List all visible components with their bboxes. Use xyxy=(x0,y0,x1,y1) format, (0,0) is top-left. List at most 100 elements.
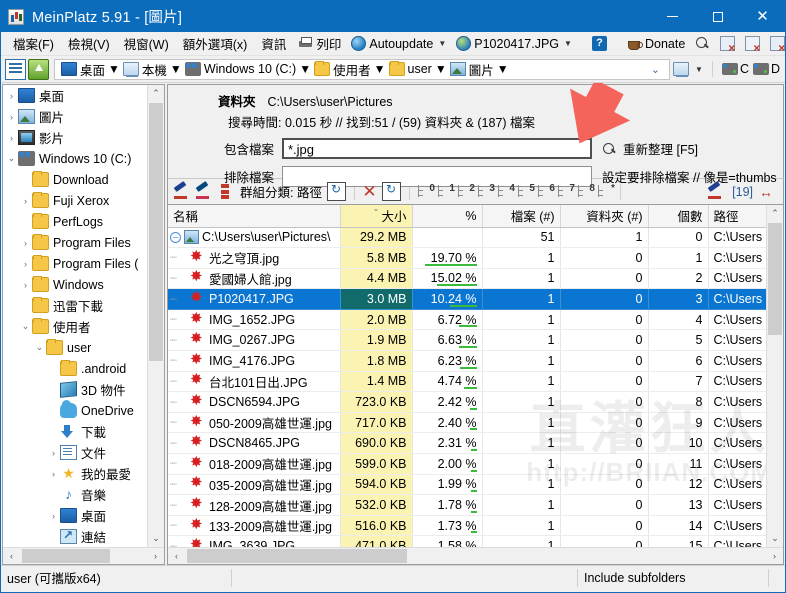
column-header-0[interactable]: 名稱 xyxy=(168,205,341,228)
column-header-5[interactable]: 個數 xyxy=(648,205,709,228)
tree-item-7[interactable]: › Program Files xyxy=(3,232,147,253)
help-button[interactable]: ? xyxy=(587,34,612,53)
table-row[interactable]: ┈ 台北101日出.JPG 1.4 MB4.74 %107C:\Users xyxy=(168,371,766,393)
chevron-down-icon[interactable]: ▼ xyxy=(170,62,182,76)
tree-item-15[interactable]: OneDrive xyxy=(3,400,147,421)
level-button-4[interactable]: 4 xyxy=(495,182,515,201)
refresh-page-icon[interactable] xyxy=(326,182,346,201)
scroll-thumb[interactable] xyxy=(22,549,110,563)
scroll-left-icon[interactable]: ‹ xyxy=(168,548,185,564)
scroll-thumb[interactable] xyxy=(187,549,407,563)
collapse-icon[interactable]: ⌄ xyxy=(5,153,18,164)
table-vertical-scrollbar[interactable]: ⌃ ⌄ xyxy=(766,205,783,547)
maximize-button[interactable] xyxy=(695,1,740,32)
scroll-up-icon[interactable]: ⌃ xyxy=(767,205,783,222)
delete-icon[interactable]: ✕ xyxy=(360,182,379,201)
table-row[interactable]: – C:\Users\user\Pictures\ 29.2 MB 51 1 0 C:\Us… xyxy=(168,227,766,249)
chevron-down-icon[interactable]: ▼ xyxy=(374,62,386,76)
tree-item-9[interactable]: › Windows xyxy=(3,274,147,295)
search-button[interactable] xyxy=(690,34,715,53)
expand-icon[interactable]: › xyxy=(19,196,32,206)
collapse-icon[interactable]: – xyxy=(170,231,181,243)
tree-item-12[interactable]: ⌄ user xyxy=(3,337,147,358)
table-horizontal-scrollbar[interactable]: ‹ › xyxy=(168,547,783,564)
tree-item-17[interactable]: › 文件 xyxy=(3,442,147,463)
table-row[interactable]: ┈ IMG_4176.JPG 1.8 MB6.23 %106C:\Users xyxy=(168,350,766,372)
menu-item-extra-options[interactable]: 額外選項(x) xyxy=(176,31,255,56)
pc-icon[interactable] xyxy=(673,62,690,77)
table-row[interactable]: ┈DSCN8465.JPG690.0 KB2.31 %1010C:\Users xyxy=(168,432,766,455)
table-row[interactable]: ┈ 050-2009高雄世運.jpg 717.0 KB2.40 %109C:\Use… xyxy=(168,412,766,434)
table-row[interactable]: ┈ DSCN6594.JPG 723.0 KB2.42 %108C:\Users xyxy=(168,391,766,413)
collapse-icon[interactable]: ⌄ xyxy=(19,321,32,332)
collapse-icon[interactable]: ⌄ xyxy=(33,342,46,353)
chevron-down-icon[interactable]: ▼ xyxy=(695,65,703,74)
tree-item-2[interactable]: › 影片 xyxy=(3,127,147,148)
list-view-button[interactable] xyxy=(5,58,26,80)
expand-icon[interactable]: › xyxy=(5,112,18,122)
table-row[interactable]: ┈ P1020417.JPG 3.0 MB10.24 %103C:\Users xyxy=(168,288,766,310)
tree-item-4[interactable]: Download xyxy=(3,169,147,190)
scroll-right-icon[interactable]: › xyxy=(147,548,164,564)
column-header-2[interactable]: % xyxy=(412,205,483,228)
print-button[interactable]: 列印 xyxy=(293,32,346,55)
table-row[interactable]: ┈ IMG_1652.JPG 2.0 MB6.72 %104C:\Users xyxy=(168,309,766,331)
tree-item-10[interactable]: 迅雷下載 xyxy=(3,295,147,316)
table-row[interactable]: ┈ IMG_3639.JPG 471.0 KB1.58 %1015C:\Users xyxy=(168,535,766,547)
tree-item-14[interactable]: 3D 物件 xyxy=(3,379,147,400)
tree-item-3[interactable]: ⌄ Windows 10 (C:) xyxy=(3,148,147,169)
clipboard-refresh-icon[interactable] xyxy=(381,182,401,201)
menu-item-info[interactable]: 資訊 xyxy=(254,31,293,56)
folder-tree[interactable]: › 桌面 › 圖片 › 影片 ⌄ Windows 10 (C:) Download › Fuji X… xyxy=(3,85,147,547)
tree-item-16[interactable]: 下載 xyxy=(3,421,147,442)
level-button-8[interactable]: 8 xyxy=(575,182,595,201)
scan-icon[interactable] xyxy=(172,182,191,201)
tree-item-11[interactable]: ⌄ 使用者 xyxy=(3,316,147,337)
tree-item-1[interactable]: › 圖片 xyxy=(3,106,147,127)
table-row[interactable]: ┈ 128-2009高雄世運.jpg 532.0 KB1.78 %1013C:\Us… xyxy=(168,494,766,516)
tree-item-6[interactable]: PerfLogs xyxy=(3,211,147,232)
menu-item-window[interactable]: 視窗(W) xyxy=(117,31,176,56)
expand-icon[interactable]: › xyxy=(5,133,18,143)
tree-item-0[interactable]: › 桌面 xyxy=(3,85,147,106)
up-folder-button[interactable] xyxy=(28,58,49,80)
breadcrumb-item-users[interactable]: 使用者 xyxy=(311,60,374,79)
drive-d-button[interactable]: D xyxy=(752,62,780,76)
cascade-windows-button[interactable] xyxy=(740,34,765,54)
expand-icon[interactable]: › xyxy=(19,259,32,269)
close-window-button-2[interactable] xyxy=(765,34,785,54)
expand-icon[interactable]: › xyxy=(47,448,60,458)
tree-item-20[interactable]: › 桌面 xyxy=(3,505,147,526)
refresh-button[interactable]: 重新整理 [F5] xyxy=(602,139,698,158)
menu-item-file[interactable]: 檔案(F) xyxy=(6,31,61,56)
breadcrumb-item-drive-c[interactable]: Windows 10 (C:) xyxy=(182,62,299,76)
breadcrumb-item-user[interactable]: user xyxy=(386,61,435,76)
column-header-3[interactable]: 檔案 (#) xyxy=(482,205,561,228)
level-button-0[interactable]: 0 xyxy=(415,182,435,201)
tree-item-8[interactable]: › Program Files ( xyxy=(3,253,147,274)
close-window-button-1[interactable] xyxy=(715,34,740,54)
rescan-icon[interactable] xyxy=(194,182,213,201)
tree-item-13[interactable]: .android xyxy=(3,358,147,379)
autoupdate-dropdown[interactable]: Autoupdate ▼ xyxy=(346,34,451,53)
tree-item-21[interactable]: 連結 xyxy=(3,526,147,547)
level-button-2[interactable]: 2 xyxy=(455,182,475,201)
level-button-all[interactable]: * xyxy=(595,182,615,201)
level-button-6[interactable]: 6 xyxy=(535,182,555,201)
table-row[interactable]: ┈光之穹頂.jpg5.8 MB19.70 %101C:\Users xyxy=(168,247,766,269)
scroll-right-icon[interactable]: › xyxy=(766,548,783,564)
chevron-down-icon[interactable]: ▼ xyxy=(497,62,509,76)
breadcrumb-item-desktop[interactable]: 桌面 xyxy=(58,60,108,79)
table-row[interactable]: ┈ 018-2009高雄世運.jpg 599.0 KB2.00 %1011C:\Us… xyxy=(168,453,766,475)
table-row[interactable]: ┈ IMG_0267.JPG 1.9 MB6.63 %105C:\Users xyxy=(168,329,766,352)
breadcrumb-overflow-icon[interactable]: ⌄ xyxy=(645,63,666,76)
expand-icon[interactable]: › xyxy=(19,280,32,290)
analyze-icon[interactable] xyxy=(706,182,725,201)
level-button-1[interactable]: 1 xyxy=(435,182,455,201)
drive-c-button[interactable]: C xyxy=(721,62,749,76)
scroll-down-icon[interactable]: ⌄ xyxy=(148,530,164,547)
chevron-down-icon[interactable]: ▼ xyxy=(435,62,447,76)
group-bars-icon[interactable] xyxy=(216,182,235,201)
tree-item-18[interactable]: › ★ 我的最愛 xyxy=(3,463,147,484)
donate-button[interactable]: Donate xyxy=(622,34,690,53)
